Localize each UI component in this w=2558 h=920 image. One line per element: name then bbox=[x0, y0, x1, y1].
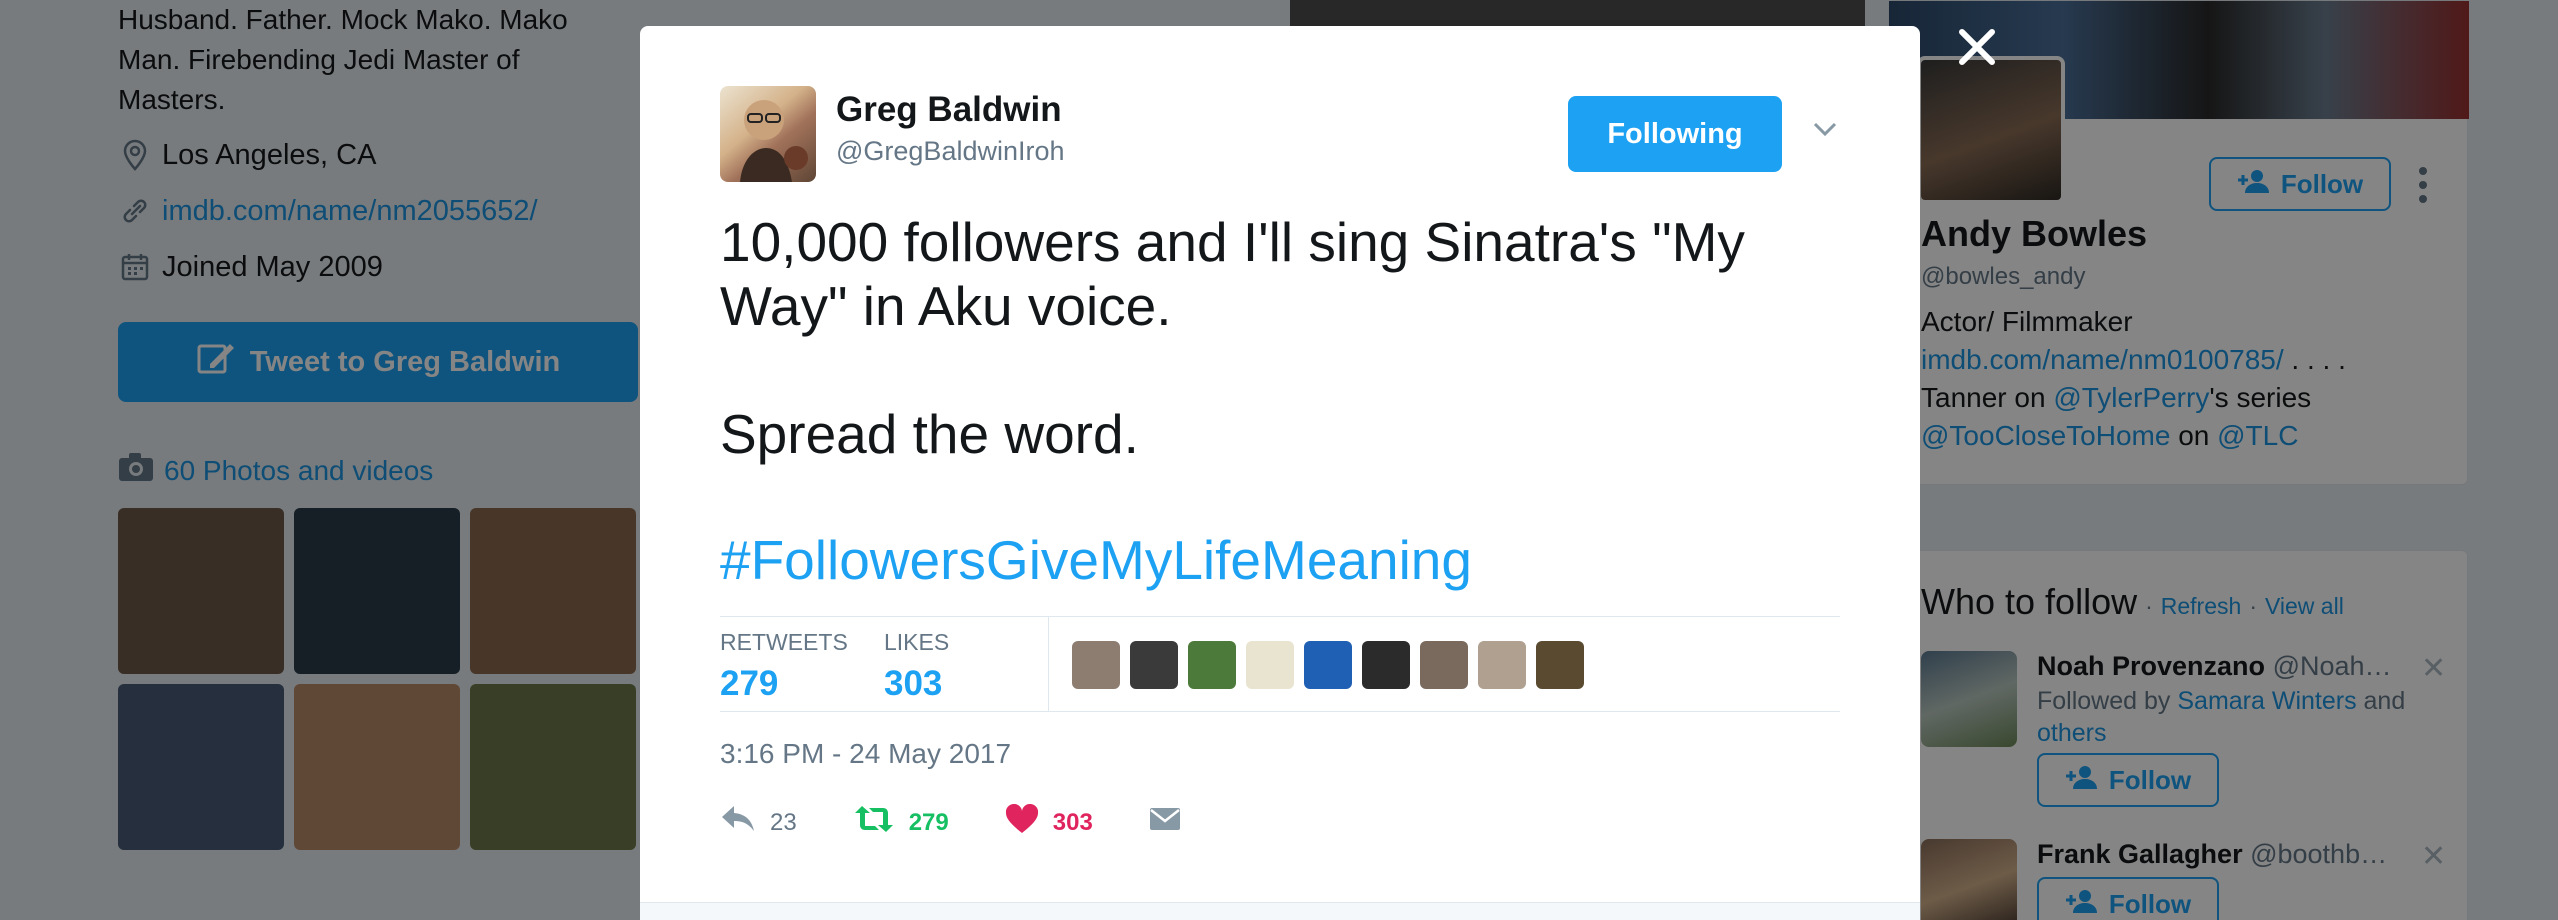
envelope-icon bbox=[1149, 805, 1181, 840]
reply-icon bbox=[720, 804, 756, 841]
divider bbox=[1048, 617, 1049, 711]
hashtag-link[interactable]: #FollowersGiveMyLifeMeaning bbox=[720, 528, 1472, 592]
tweet-line: Spread the word. bbox=[720, 403, 1139, 465]
retweets-stat[interactable]: RETWEETS 279 bbox=[720, 629, 848, 704]
retweets-label: RETWEETS bbox=[720, 629, 848, 655]
liker-avatars bbox=[1072, 641, 1584, 689]
likes-stat[interactable]: LIKES 303 bbox=[884, 629, 949, 704]
tweet-stats: RETWEETS 279 LIKES 303 bbox=[720, 616, 1840, 712]
tweet-text: 10,000 followers and I'll sing Sinatra's… bbox=[720, 210, 1860, 466]
retweet-button[interactable]: 279 bbox=[853, 804, 949, 841]
reply-button[interactable]: 23 bbox=[720, 804, 797, 841]
likes-label: LIKES bbox=[884, 629, 950, 655]
liker-avatar[interactable] bbox=[1536, 641, 1584, 689]
liker-avatar[interactable] bbox=[1420, 641, 1468, 689]
tweet-line: 10,000 followers and I'll sing Sinatra's… bbox=[720, 211, 1745, 337]
like-count: 303 bbox=[1052, 808, 1093, 836]
modal-footer bbox=[640, 902, 1920, 920]
liker-avatar[interactable] bbox=[1246, 641, 1294, 689]
author-avatar[interactable] bbox=[720, 86, 816, 182]
author-handle[interactable]: @GregBaldwinIroh bbox=[836, 136, 1065, 167]
like-button[interactable]: 303 bbox=[1005, 803, 1093, 841]
tweet-timestamp[interactable]: 3:16 PM - 24 May 2017 bbox=[720, 738, 1011, 770]
likes-count: 303 bbox=[884, 664, 943, 703]
tweet-modal: Greg Baldwin @GregBaldwinIroh Following … bbox=[640, 26, 1920, 920]
retweet-count: 279 bbox=[908, 808, 949, 836]
liker-avatar[interactable] bbox=[1188, 641, 1236, 689]
liker-avatar[interactable] bbox=[1072, 641, 1120, 689]
liker-avatar[interactable] bbox=[1478, 641, 1526, 689]
close-icon[interactable] bbox=[1952, 22, 2002, 72]
heart-icon bbox=[1005, 803, 1039, 841]
author-name[interactable]: Greg Baldwin bbox=[836, 90, 1062, 130]
liker-avatar[interactable] bbox=[1304, 641, 1352, 689]
following-button[interactable]: Following bbox=[1568, 96, 1782, 172]
tweet-actions: 23 279 303 bbox=[720, 803, 1237, 841]
liker-avatar[interactable] bbox=[1130, 641, 1178, 689]
retweet-icon bbox=[853, 804, 895, 841]
direct-message-button[interactable] bbox=[1149, 805, 1181, 840]
liker-avatar[interactable] bbox=[1362, 641, 1410, 689]
reply-count: 23 bbox=[770, 808, 797, 836]
retweets-count: 279 bbox=[720, 664, 779, 703]
chevron-down-icon[interactable] bbox=[1810, 114, 1840, 144]
